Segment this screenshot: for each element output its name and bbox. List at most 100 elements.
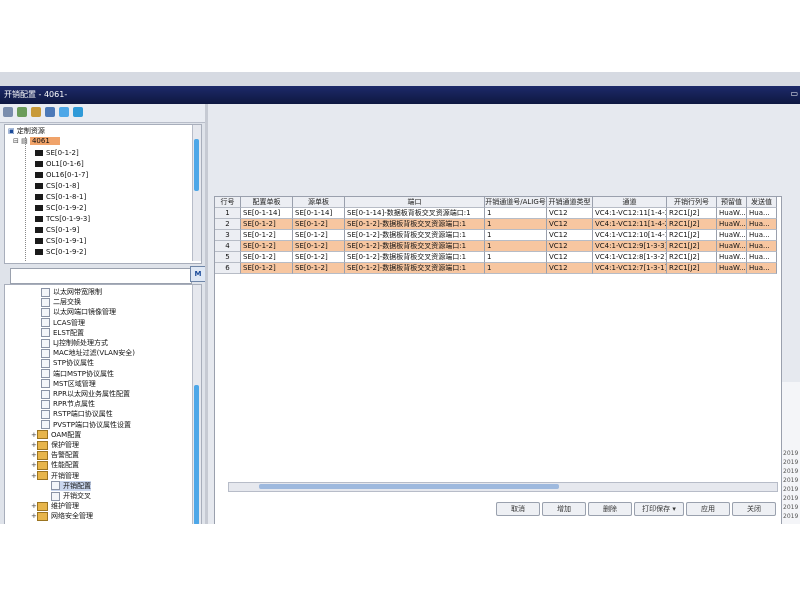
table-cell[interactable]: HuaW... <box>717 241 747 252</box>
function-item[interactable]: + 开销管理 <box>31 471 79 481</box>
tree-board-item[interactable]: OL16[0-1-7] <box>35 171 88 182</box>
tree-board-item[interactable]: CS[0-1-8-1] <box>35 193 86 204</box>
function-tree-scrollbar[interactable] <box>192 285 201 524</box>
function-item[interactable]: + 性能配置 <box>31 460 79 470</box>
table-cell[interactable]: R2C1[J2] <box>667 208 717 219</box>
table-cell[interactable]: SE[0-1-2] <box>293 252 345 263</box>
table-cell[interactable]: 1 <box>485 219 547 230</box>
column-header[interactable]: 开销行列号 <box>667 197 717 208</box>
search-input[interactable] <box>10 268 192 284</box>
table-cell[interactable]: VC12 <box>547 208 593 219</box>
search-button[interactable]: M <box>190 266 206 282</box>
table-cell[interactable]: SE[0-1-2] <box>241 230 293 241</box>
function-item[interactable]: 开销配置 <box>51 480 91 491</box>
table-cell[interactable]: VC12 <box>547 219 593 230</box>
column-header[interactable]: 配置单板 <box>241 197 293 208</box>
config-icon[interactable] <box>45 107 55 117</box>
function-item[interactable]: 二层交换 <box>41 297 81 307</box>
table-cell[interactable]: 1 <box>485 208 547 219</box>
table-cell[interactable]: 1 <box>485 230 547 241</box>
print-button[interactable]: 打印保存 ▾ <box>634 502 684 516</box>
table-cell[interactable]: SE[0-1-2] <box>293 263 345 274</box>
tree-board-item[interactable]: SE[0-1-2] <box>35 149 79 160</box>
function-item[interactable]: 开销交叉 <box>51 491 91 501</box>
table-cell[interactable]: R2C1[J2] <box>667 219 717 230</box>
table-cell[interactable]: Hua... <box>747 208 777 219</box>
grid-hscrollbar[interactable] <box>228 482 778 492</box>
table-cell[interactable]: 1 <box>485 263 547 274</box>
table-cell[interactable]: HuaW... <box>717 263 747 274</box>
table-cell[interactable]: SE[0-1-2]-数据板背板交叉资源端口:1 <box>345 219 485 230</box>
table-cell[interactable]: VC4:1-VC12:11[1-4-2] <box>593 219 667 230</box>
column-header[interactable]: 端口 <box>345 197 485 208</box>
table-cell[interactable]: R2C1[J2] <box>667 252 717 263</box>
table-cell[interactable]: R2C1[J2] <box>667 241 717 252</box>
tree-ne[interactable]: ⊟ ▤ 4061 <box>13 137 60 148</box>
refresh-icon[interactable] <box>17 107 27 117</box>
tree-board-item[interactable]: OL1[0-1-6] <box>35 160 84 171</box>
table-cell[interactable]: SE[0-1-2]-数据板背板交叉资源端口:1 <box>345 230 485 241</box>
function-item[interactable]: MAC地址过滤(VLAN安全) <box>41 348 135 358</box>
tree-board-item[interactable]: CS[0-1-9-1] <box>35 237 86 248</box>
view-icon[interactable] <box>59 107 69 117</box>
apply-button[interactable]: 应用 <box>686 502 730 516</box>
function-item[interactable]: MST区域管理 <box>41 379 96 389</box>
table-cell[interactable]: SE[0-1-2] <box>241 263 293 274</box>
grid-hscroll-thumb[interactable] <box>259 484 559 489</box>
tree-board-item[interactable]: SC[0-1-9-2] <box>35 204 86 215</box>
column-header[interactable]: 发送值 <box>747 197 777 208</box>
table-cell[interactable]: SE[0-1-2]-数据板背板交叉资源端口:1 <box>345 263 485 274</box>
table-cell[interactable]: 5 <box>215 252 241 263</box>
table-cell[interactable]: SE[0-1-2] <box>293 219 345 230</box>
function-item[interactable]: 端口MSTP协议属性 <box>41 369 114 379</box>
function-item[interactable]: + 保护管理 <box>31 440 79 450</box>
function-item[interactable]: STP协议属性 <box>41 358 94 368</box>
function-item[interactable]: + OAM配置 <box>31 430 81 440</box>
table-cell[interactable]: SE[0-1-2]-数据板背板交叉资源端口:1 <box>345 252 485 263</box>
function-item[interactable]: ELST配置 <box>41 328 84 338</box>
table-cell[interactable]: VC12 <box>547 230 593 241</box>
table-cell[interactable]: SE[0-1-2]-数据板背板交叉资源端口:1 <box>345 241 485 252</box>
function-item[interactable]: RPR以太网业务属性配置 <box>41 389 130 399</box>
table-cell[interactable]: 3 <box>215 230 241 241</box>
tree-board-item[interactable]: CS[0-1-9] <box>35 226 79 237</box>
tree-board-item[interactable]: SC[0-1-9-2] <box>35 248 86 259</box>
table-cell[interactable]: 1 <box>485 241 547 252</box>
layout-icon[interactable] <box>73 107 83 117</box>
table-cell[interactable]: HuaW... <box>717 230 747 241</box>
table-cell[interactable]: VC4:1-VC12:8[1-3-2] <box>593 252 667 263</box>
tree-scroll-thumb[interactable] <box>194 139 199 191</box>
function-item[interactable]: RSTP端口协议属性 <box>41 409 113 419</box>
function-item[interactable]: 以太网端口镜像管理 <box>41 307 116 317</box>
tree-root[interactable]: ▣ 定制资源 <box>8 126 45 137</box>
table-cell[interactable]: Hua... <box>747 230 777 241</box>
table-cell[interactable]: SE[0-1-2] <box>293 241 345 252</box>
table-cell[interactable]: R2C1[J2] <box>667 263 717 274</box>
table-cell[interactable]: VC4:1-VC12:9[1-3-3] <box>593 241 667 252</box>
table-cell[interactable]: SE[0-1-2] <box>241 219 293 230</box>
function-item[interactable]: LCAS管理 <box>41 318 85 328</box>
table-cell[interactable]: SE[0-1-14] <box>293 208 345 219</box>
table-cell[interactable]: 1 <box>215 208 241 219</box>
delete-button[interactable]: 删除 <box>588 502 632 516</box>
table-cell[interactable]: 6 <box>215 263 241 274</box>
column-header[interactable]: 行号 <box>215 197 241 208</box>
column-header[interactable]: 源单板 <box>293 197 345 208</box>
table-cell[interactable]: 4 <box>215 241 241 252</box>
table-cell[interactable]: Hua... <box>747 241 777 252</box>
table-cell[interactable]: 2 <box>215 219 241 230</box>
table-cell[interactable]: HuaW... <box>717 252 747 263</box>
table-cell[interactable]: VC12 <box>547 263 593 274</box>
function-item[interactable]: PVSTP端口协议属性设置 <box>41 420 131 430</box>
table-cell[interactable]: SE[0-1-14]-数据板背板交叉资源端口:1 <box>345 208 485 219</box>
table-cell[interactable]: Hua... <box>747 252 777 263</box>
column-header[interactable]: 预留值 <box>717 197 747 208</box>
tree-scrollbar[interactable] <box>192 125 201 261</box>
table-cell[interactable]: R2C1[J2] <box>667 230 717 241</box>
function-item[interactable]: 以太网带宽限制 <box>41 287 102 297</box>
table-cell[interactable]: Hua... <box>747 263 777 274</box>
table-cell[interactable]: SE[0-1-2] <box>241 241 293 252</box>
function-item[interactable]: LJ控制帧处理方式 <box>41 338 108 348</box>
table-cell[interactable]: SE[0-1-2] <box>241 252 293 263</box>
column-header[interactable]: 开销通道号/ALIG号 <box>485 197 547 208</box>
